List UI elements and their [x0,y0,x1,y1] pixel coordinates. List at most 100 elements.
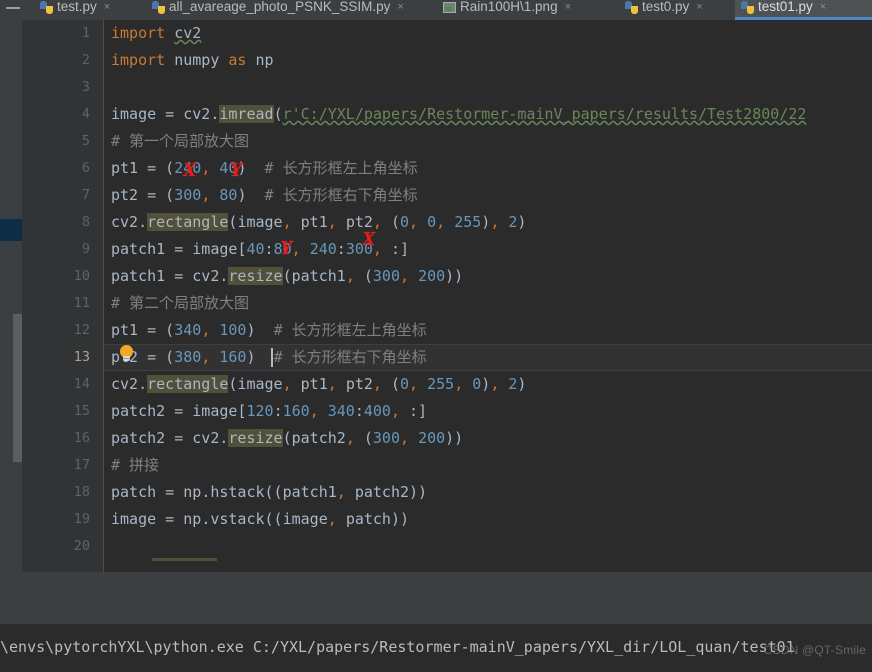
line-number-16[interactable]: 16 [30,425,90,452]
code-line-3[interactable] [104,74,872,101]
token-call-rectangle-l14: rectangle [147,375,229,393]
editor-tab-test0-py[interactable]: test0.py × [619,0,735,20]
token-num-300-l16: 300 [372,429,400,447]
line-number-11[interactable]: 11 [30,290,90,317]
token-num-100-l12: 100 [219,321,247,339]
line-number-4[interactable]: 4 [30,101,90,128]
token-var-patch2-l16: patch2 [111,429,166,447]
editor-tab-test-py[interactable]: test.py × [34,0,146,20]
code-line-11[interactable]: # 第二个局部放大图 [104,290,872,317]
editor-tab-all-avareage-photo-psnk-ssim-py[interactable]: all_avareage_photo_PSNK_SSIM.py × [146,0,437,20]
code-line-13[interactable]: pt2 = (380, 160) # 长方形框右下角坐标 [104,344,872,371]
token-comma-l15b: , [390,402,400,420]
token-comma-l7: , [201,186,211,204]
code-line-9[interactable]: patch1 = image[40:80, 240:300, :] [104,236,872,263]
editor-gutter[interactable]: 1 2 3 4 5 6 7 8 9 10 11 12 13 14 15 16 17 18 19 20 [22,20,123,572]
code-line-8[interactable]: cv2.rectangle(image, pt1, pt2, (0, 0, 25… [104,209,872,236]
line-number-18[interactable]: 18 [30,479,90,506]
editor-tab-test01-py[interactable]: test01.py × [735,0,872,20]
token-keyword-import: import [111,24,166,42]
left-strip-marker[interactable] [0,219,22,241]
line-number-5[interactable]: 5 [30,128,90,155]
code-line-18[interactable]: patch = np.hstack((patch1, patch2)) [104,479,872,506]
code-line-5[interactable]: # 第一个局部放大图 [104,128,872,155]
token-num-80: 80 [219,186,238,204]
close-icon[interactable]: × [397,1,403,13]
token-comma-l8d: , [409,213,419,231]
code-line-15[interactable]: patch2 = image[120:160, 340:400, :] [104,398,872,425]
token-comma-l10a: , [345,267,355,285]
line-number-14[interactable]: 14 [30,371,90,398]
token-comment-l12: # 长方形框左上角坐标 [273,321,427,339]
close-icon[interactable]: × [820,1,826,13]
code-line-6[interactable]: pt1 = (240, 40) # 长方形框左上角坐标 [104,155,872,182]
token-keyword-as: as [228,51,247,69]
red-y-mark-2: Y [280,237,293,259]
window-minimize-stub[interactable] [0,0,34,20]
minimize-icon [6,7,20,9]
token-arg-patch1-l10: patch1 [291,267,346,285]
token-call-vstack: vstack [210,510,265,528]
code-line-4[interactable]: image = cv2.imread(r'C:/YXL/papers/Resto… [104,101,872,128]
code-line-1[interactable]: import cv2 [104,20,872,47]
token-comment-l6: # 长方形框左上角坐标 [264,159,418,177]
line-number-9[interactable]: 9 [30,236,90,263]
token-arg-image-l14: image [237,375,283,393]
line-number-17[interactable]: 17 [30,452,90,479]
editor-tab-bar: test.py × all_avareage_photo_PSNK_SSIM.py ×… [0,0,872,20]
token-arg-pt2-l14: pt2 [345,375,373,393]
line-number-3[interactable]: 3 [30,74,90,101]
editor-tab-rain100h-1-png[interactable]: Rain100H\1.png × [437,0,619,20]
code-line-19[interactable]: image = np.vstack((image, patch)) [104,506,872,533]
token-mod-cv2-l8: cv2 [111,213,139,231]
token-alias-np: np [255,51,274,69]
token-comma-l18a: , [336,483,346,501]
close-icon[interactable]: × [104,1,110,13]
python-file-icon [625,0,638,14]
code-line-2[interactable]: import numpy as np [104,47,872,74]
token-arg-pt1-l8: pt1 [300,213,328,231]
line-number-15[interactable]: 15 [30,398,90,425]
token-comma-l14d: , [409,375,419,393]
token-num-160-l13: 160 [219,348,247,366]
run-console-panel[interactable]: \envs\pytorchYXL\python.exe C:/YXL/paper… [0,624,872,672]
token-comma-l9a: , [291,240,301,258]
line-number-20[interactable]: 20 [30,533,90,560]
code-line-17[interactable]: # 拼接 [104,452,872,479]
line-number-8[interactable]: 8 [30,209,90,236]
token-num-255-l8: 255 [454,213,482,231]
line-number-2[interactable]: 2 [30,47,90,74]
token-mod-cv2-l16: cv2 [192,429,220,447]
code-line-14[interactable]: cv2.rectangle(image, pt1, pt2, (0, 255, … [104,371,872,398]
code-canvas[interactable]: import cv2 import numpy as np image = cv… [104,20,872,572]
line-number-13[interactable]: 13 [30,344,90,371]
close-icon[interactable]: × [696,1,702,13]
token-var-pt2-l7: pt2 [111,186,139,204]
red-x-mark-2: X [362,228,376,250]
close-icon[interactable]: × [565,1,571,13]
token-var-pt1-l6: pt1 [111,159,139,177]
code-line-10[interactable]: patch1 = cv2.resize(patch1, (300, 200)) [104,263,872,290]
line-number-19[interactable]: 19 [30,506,90,533]
line-number-12[interactable]: 12 [30,317,90,344]
code-line-12[interactable]: pt1 = (340, 100) # 长方形框左上角坐标 [104,317,872,344]
code-line-7[interactable]: pt2 = (300, 80) # 长方形框右下角坐标 [104,182,872,209]
intention-lightbulb-icon[interactable] [118,345,135,364]
token-comma-l6: , [201,159,211,177]
token-comma-l13a: , [201,348,211,366]
token-comment-l5: # 第一个局部放大图 [111,132,250,150]
token-call-resize-l10: resize [228,267,283,285]
token-arg-patch-l19: patch [345,510,391,528]
code-line-16[interactable]: patch2 = cv2.resize(patch2, (300, 200)) [104,425,872,452]
line-number-7[interactable]: 7 [30,182,90,209]
editor-vertical-scrollbar-thumb[interactable] [13,314,22,462]
line-number-1[interactable]: 1 [30,20,90,47]
token-comment-l11: # 第二个局部放大图 [111,294,250,312]
code-line-20[interactable] [104,533,872,560]
token-comma-l14a: , [282,375,292,393]
line-number-6[interactable]: 6 [30,155,90,182]
token-comma-l8e: , [436,213,446,231]
token-num-300: 300 [174,186,202,204]
token-call-hstack: hstack [210,483,265,501]
line-number-10[interactable]: 10 [30,263,90,290]
